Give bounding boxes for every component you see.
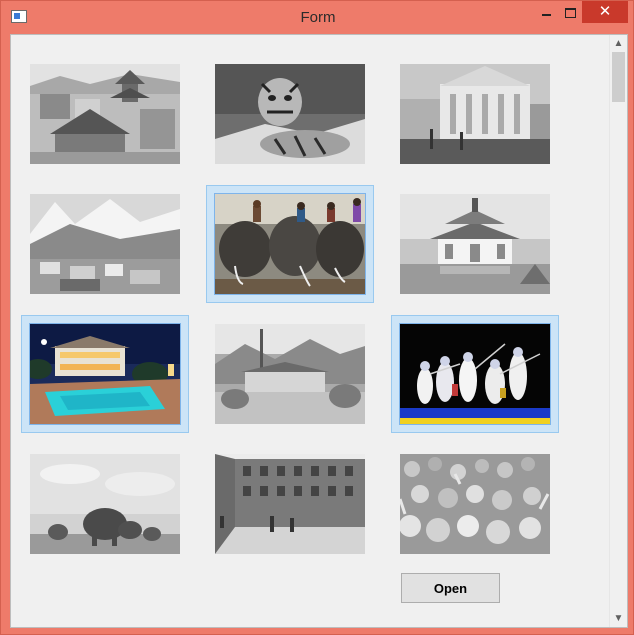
open-button[interactable]: Open: [401, 573, 500, 603]
vertical-scrollbar[interactable]: ▲ ▼: [609, 35, 627, 627]
gallery-image-palace[interactable]: [400, 64, 550, 164]
fencing-image: [400, 324, 550, 424]
close-button[interactable]: ✕: [582, 1, 628, 23]
gallery-image-pool-resort[interactable]: [29, 323, 181, 425]
gallery-image-mountain-monastery[interactable]: [215, 324, 365, 424]
gallery-image-pagoda-temple[interactable]: [400, 194, 550, 294]
gallery-image-fencing[interactable]: [399, 323, 551, 425]
mountain-village-image: [30, 194, 180, 294]
street-image: [215, 454, 365, 554]
tiger-image: [215, 64, 365, 164]
palace-image: [400, 64, 550, 164]
pagoda-temple-image: [400, 194, 550, 294]
crowd-image: [400, 454, 550, 554]
gallery-image-street[interactable]: [215, 454, 365, 554]
title-bar[interactable]: Form ✕: [1, 1, 634, 33]
gallery-image-tiger[interactable]: [215, 64, 365, 164]
city-temple-image: [30, 64, 180, 164]
gallery-image-city-temple[interactable]: [30, 64, 180, 164]
elephants-image: [30, 454, 180, 554]
pool-resort-image: [30, 324, 180, 424]
gallery-image-mountain-village[interactable]: [30, 194, 180, 294]
scrollbar-thumb[interactable]: [612, 52, 625, 102]
gallery-image-elephants[interactable]: [30, 454, 180, 554]
form-client-area: Open ▲ ▼: [10, 34, 628, 628]
gallery-image-crowd[interactable]: [400, 454, 550, 554]
scroll-up-arrow-icon[interactable]: ▲: [610, 35, 627, 52]
elephant-riders-image: [215, 194, 365, 294]
mountain-monastery-image: [215, 324, 365, 424]
form-window: Form ✕ Open ▲ ▼: [0, 0, 634, 635]
gallery-image-elephant-riders[interactable]: [214, 193, 366, 295]
maximize-button[interactable]: [556, 1, 584, 23]
scroll-down-arrow-icon[interactable]: ▼: [610, 610, 627, 627]
